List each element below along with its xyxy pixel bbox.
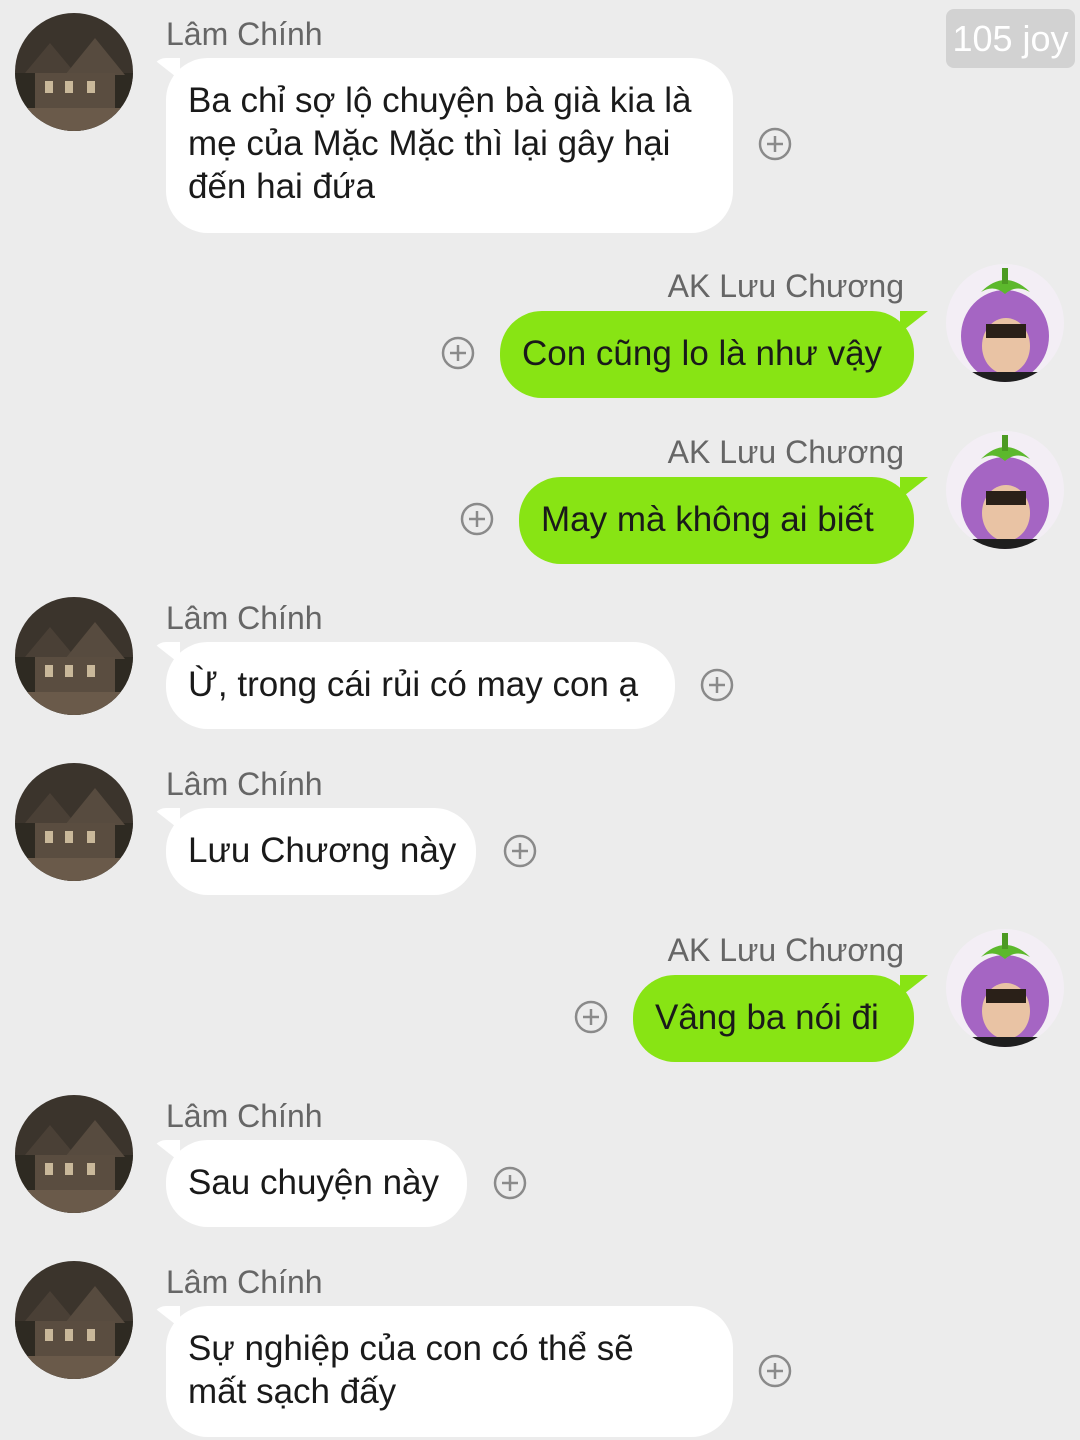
avatar[interactable] <box>15 597 133 715</box>
avatar[interactable] <box>15 13 133 131</box>
message-bubble[interactable]: Sự nghiệp của con có thể sẽ mất sạch đấy <box>166 1306 733 1437</box>
sender-name: AK Lưu Chương <box>667 434 904 470</box>
message-bubble[interactable]: Con cũng lo là như vậy <box>500 311 914 398</box>
sender-name: Lâm Chính <box>166 766 323 802</box>
message-line: Ba chỉ sợ lộ chuyện bà già kia là <box>188 81 692 120</box>
avatar[interactable] <box>15 1095 133 1213</box>
sender-name: Lâm Chính <box>166 600 323 636</box>
message-line: Lưu Chương này <box>188 831 457 870</box>
message-bubble[interactable]: Lưu Chương này <box>166 808 476 895</box>
message-line: mẹ của Mặc Mặc thì lại gây hại <box>188 124 671 163</box>
sender-name: AK Lưu Chương <box>667 268 904 304</box>
message-bubble[interactable]: Vâng ba nói đi <box>633 975 914 1062</box>
avatar[interactable] <box>15 1261 133 1379</box>
sender-name: Lâm Chính <box>166 1264 323 1300</box>
add-reaction-icon[interactable] <box>492 1165 528 1201</box>
avatar[interactable] <box>946 929 1064 1047</box>
sender-name: AK Lưu Chương <box>667 932 904 968</box>
avatar[interactable] <box>946 264 1064 382</box>
message-line: Vâng ba nói đi <box>655 998 879 1037</box>
avatar[interactable] <box>946 431 1064 549</box>
message-bubble[interactable]: May mà không ai biết <box>519 477 914 564</box>
sender-name: Lâm Chính <box>166 16 323 52</box>
add-reaction-icon[interactable] <box>502 833 538 869</box>
message-line: May mà không ai biết <box>541 500 874 539</box>
add-reaction-icon[interactable] <box>757 126 793 162</box>
add-reaction-icon[interactable] <box>757 1353 793 1389</box>
message-bubble[interactable]: Ba chỉ sợ lộ chuyện bà già kia là mẹ của… <box>166 58 733 233</box>
message-line: Con cũng lo là như vậy <box>522 334 883 373</box>
avatar[interactable] <box>15 763 133 881</box>
add-reaction-icon[interactable] <box>573 999 609 1035</box>
points-badge: 105 joy <box>946 9 1075 68</box>
message-line: Ừ, trong cái rủi có may con ạ <box>188 665 639 704</box>
message-line: đến hai đứa <box>188 167 375 206</box>
message-bubble[interactable]: Ừ, trong cái rủi có may con ạ <box>166 642 675 729</box>
message-line: mất sạch đấy <box>188 1372 397 1411</box>
add-reaction-icon[interactable] <box>699 667 735 703</box>
add-reaction-icon[interactable] <box>440 335 476 371</box>
sender-name: Lâm Chính <box>166 1098 323 1134</box>
message-line: Sự nghiệp của con có thể sẽ <box>188 1329 634 1368</box>
add-reaction-icon[interactable] <box>459 501 495 537</box>
message-bubble[interactable]: Sau chuyện này <box>166 1140 467 1227</box>
message-line: Sau chuyện này <box>188 1163 440 1202</box>
